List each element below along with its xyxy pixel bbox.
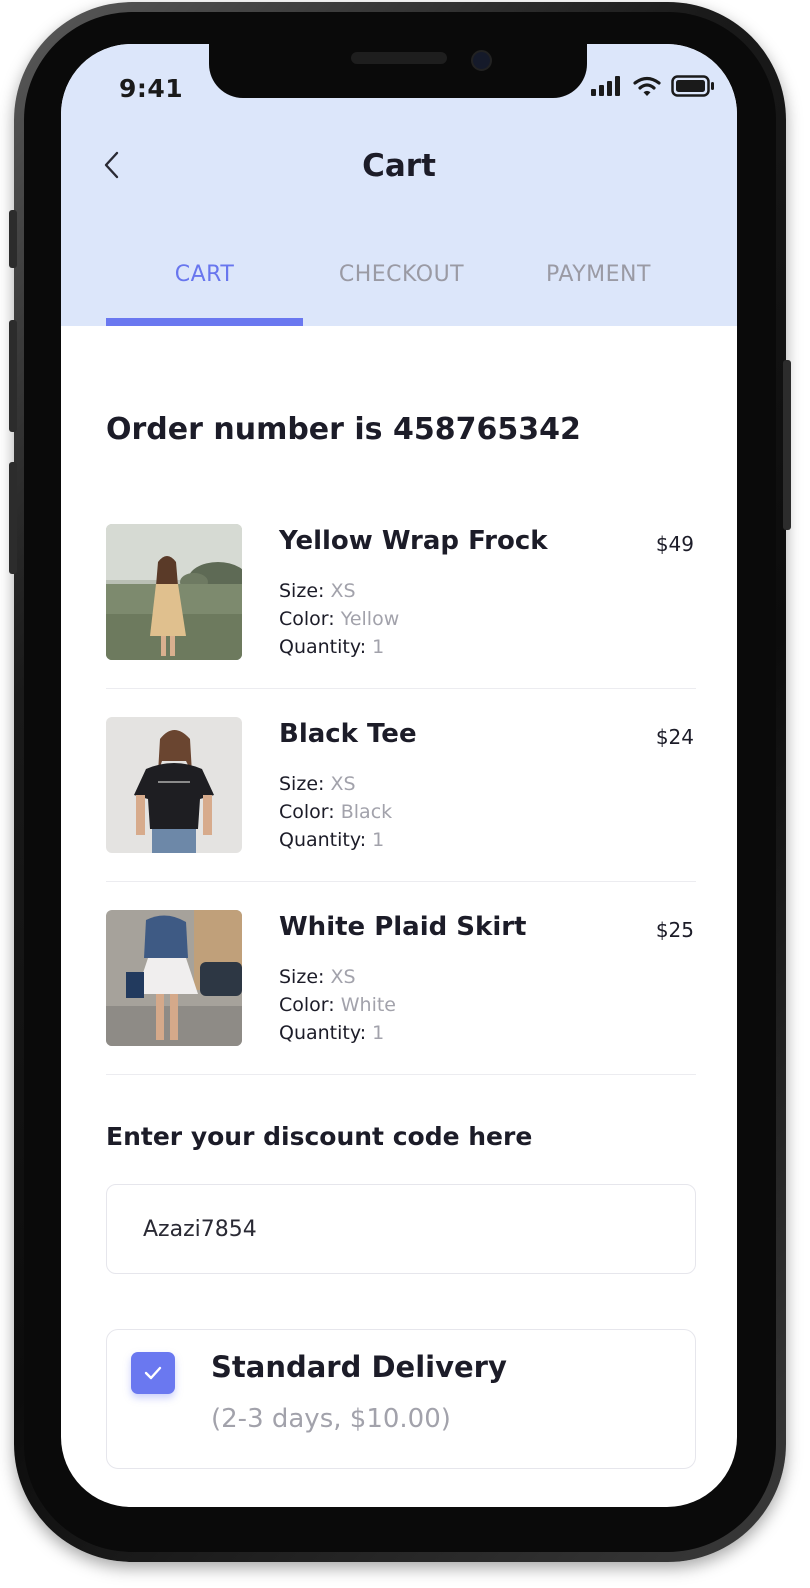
battery-icon <box>671 75 714 97</box>
discount-code-input[interactable] <box>106 1184 696 1274</box>
product-name: Yellow Wrap Frock <box>279 526 548 556</box>
product-image[interactable] <box>106 524 242 660</box>
product-name: Black Tee <box>279 719 417 749</box>
cart-item: White Plaid Skirt $25 Size: XS Color: Wh… <box>106 910 696 1046</box>
speaker-grille <box>351 52 447 64</box>
front-camera <box>471 50 492 71</box>
product-price: $24 <box>655 725 694 749</box>
item-divider <box>106 1074 696 1075</box>
tab-payment[interactable]: PAYMENT <box>500 262 697 304</box>
check-icon <box>144 1366 162 1380</box>
standard-delivery-option[interactable]: Standard Delivery (2-3 days, $10.00) <box>106 1329 696 1469</box>
product-size: Size: XS <box>279 580 356 602</box>
tab-bar: CART CHECKOUT PAYMENT <box>106 262 697 326</box>
product-price: $49 <box>655 532 694 556</box>
color-value: Black <box>340 801 393 823</box>
product-color: Color: White <box>279 994 396 1016</box>
item-divider <box>106 688 696 689</box>
cart-item: Yellow Wrap Frock $49 Size: XS Color: Ye… <box>106 524 696 660</box>
delivery-checkbox[interactable] <box>131 1352 175 1394</box>
color-label: Color: <box>279 608 335 630</box>
size-label: Size: <box>279 773 325 795</box>
volume-down-button <box>9 462 17 574</box>
quantity-label: Quantity: <box>279 1022 367 1044</box>
color-label: Color: <box>279 994 335 1016</box>
product-image[interactable] <box>106 717 242 853</box>
app-screen: 9:41 Cart CART CHECKOUT PAYMENT Order nu… <box>61 44 737 1507</box>
tab-cart[interactable]: CART <box>106 262 303 304</box>
product-quantity: Quantity: 1 <box>279 829 384 851</box>
quantity-value: 1 <box>372 636 385 658</box>
product-quantity: Quantity: 1 <box>279 636 384 658</box>
power-button <box>783 360 791 530</box>
discount-label: Enter your discount code here <box>106 1122 533 1151</box>
delivery-title: Standard Delivery <box>211 1350 507 1384</box>
cart-item: Black Tee $24 Size: XS Color: Black Quan… <box>106 717 696 853</box>
color-label: Color: <box>279 801 335 823</box>
color-value: Yellow <box>340 608 400 630</box>
mute-switch <box>9 210 17 268</box>
delivery-details: (2-3 days, $10.00) <box>211 1404 451 1434</box>
quantity-value: 1 <box>372 829 385 851</box>
product-color: Color: Black <box>279 801 392 823</box>
color-value: White <box>340 994 396 1016</box>
wifi-icon <box>633 76 661 96</box>
status-icons <box>591 75 715 97</box>
size-value: XS <box>330 966 356 988</box>
size-value: XS <box>330 580 356 602</box>
quantity-label: Quantity: <box>279 829 367 851</box>
tab-checkout[interactable]: CHECKOUT <box>303 262 500 304</box>
signal-icon <box>591 76 620 96</box>
quantity-value: 1 <box>372 1022 385 1044</box>
product-image[interactable] <box>106 910 242 1046</box>
quantity-label: Quantity: <box>279 636 367 658</box>
product-name: White Plaid Skirt <box>279 912 527 942</box>
page-title: Cart <box>362 148 436 184</box>
product-price: $25 <box>655 918 694 942</box>
product-size: Size: XS <box>279 966 356 988</box>
volume-up-button <box>9 320 17 432</box>
product-color: Color: Yellow <box>279 608 399 630</box>
size-label: Size: <box>279 580 325 602</box>
order-number-heading: Order number is 458765342 <box>106 412 581 447</box>
item-divider <box>106 881 696 882</box>
size-label: Size: <box>279 966 325 988</box>
product-size: Size: XS <box>279 773 356 795</box>
notch <box>209 44 587 98</box>
status-time: 9:41 <box>119 74 184 103</box>
product-quantity: Quantity: 1 <box>279 1022 384 1044</box>
active-tab-indicator <box>106 318 303 326</box>
size-value: XS <box>330 773 356 795</box>
